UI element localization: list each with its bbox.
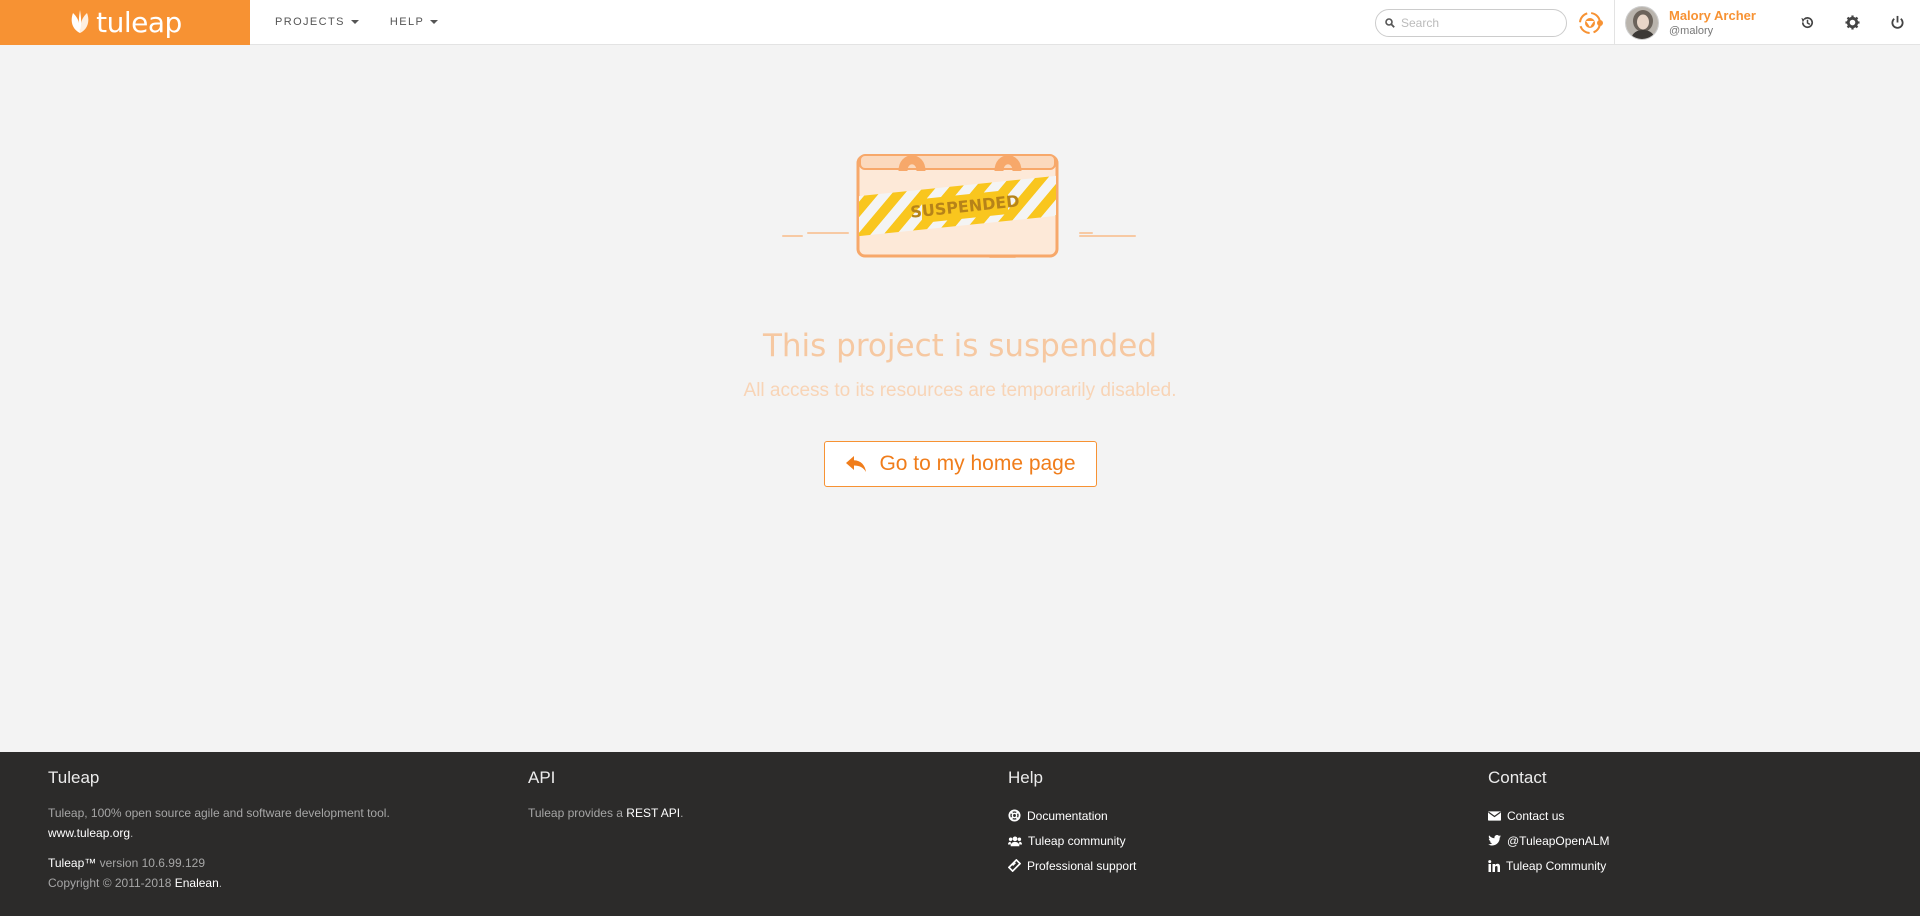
go-home-button[interactable]: Go to my home page bbox=[824, 441, 1097, 487]
gear-icon bbox=[1845, 15, 1860, 30]
footer-api-text: Tuleap provides a bbox=[528, 806, 623, 820]
handshake-icon bbox=[1008, 859, 1021, 872]
history-icon bbox=[1801, 17, 1813, 29]
power-icon bbox=[1891, 15, 1904, 29]
caret-down-icon bbox=[430, 20, 439, 24]
footer-documentation-link[interactable]: Documentation bbox=[1008, 803, 1428, 828]
search-box[interactable] bbox=[1375, 8, 1567, 37]
user-menu[interactable]: Malory Archer @malory bbox=[1625, 5, 1785, 40]
logout-button[interactable] bbox=[1875, 0, 1920, 45]
footer-api-title: API bbox=[528, 768, 556, 787]
footer-company-link[interactable]: Enalean bbox=[175, 876, 219, 890]
reply-icon bbox=[845, 455, 867, 473]
help-menu[interactable]: HELP bbox=[389, 16, 439, 28]
projects-menu-label: PROJECTS bbox=[275, 16, 345, 28]
main-content: SUSPENDED This project is suspended All … bbox=[0, 46, 1920, 752]
navbar-separator bbox=[1614, 0, 1615, 45]
footer-col-api: API Tuleap provides a REST API. bbox=[528, 768, 948, 823]
suspended-box-illustration: SUSPENDED bbox=[780, 141, 1140, 271]
footer-tuleap-title: Tuleap bbox=[48, 768, 100, 787]
platform-banner-icon[interactable] bbox=[1576, 9, 1604, 37]
footer: Tuleap Tuleap, 100% open source agile an… bbox=[0, 752, 1920, 916]
envelope-icon bbox=[1488, 810, 1501, 821]
footer-community-link[interactable]: Tuleap community bbox=[1008, 828, 1428, 853]
footer-version: version 10.6.99.129 bbox=[99, 856, 206, 870]
footer-professional-support-link[interactable]: Professional support bbox=[1008, 853, 1428, 878]
footer-linkedin-link[interactable]: Tuleap Community bbox=[1488, 853, 1908, 878]
search-icon bbox=[1385, 17, 1395, 28]
caret-down-icon bbox=[350, 20, 359, 24]
page-title: This project is suspended bbox=[762, 328, 1158, 364]
preferences-button[interactable] bbox=[1830, 0, 1875, 45]
linkedin-icon bbox=[1488, 859, 1500, 872]
projects-menu[interactable]: PROJECTS bbox=[275, 16, 359, 28]
help-menu-label: HELP bbox=[389, 16, 425, 28]
users-icon bbox=[1008, 835, 1022, 846]
footer-tuleap-description: Tuleap, 100% open source agile and softw… bbox=[48, 806, 390, 820]
top-navbar: tuleap PROJECTS HELP Search Malory Arche… bbox=[0, 0, 1920, 45]
tuleap-logo[interactable]: tuleap bbox=[0, 0, 250, 45]
brand-name: tuleap bbox=[96, 5, 182, 39]
go-home-label: Go to my home page bbox=[879, 452, 1076, 475]
footer-col-tuleap: Tuleap Tuleap, 100% open source agile an… bbox=[48, 768, 468, 893]
main-menu: PROJECTS HELP bbox=[275, 0, 469, 45]
user-login: @malory bbox=[1669, 24, 1714, 37]
search-input[interactable] bbox=[1401, 15, 1551, 30]
page-subtitle: All access to its resources are temporar… bbox=[743, 380, 1177, 401]
user-name: Malory Archer bbox=[1669, 7, 1756, 23]
footer-copyright: Copyright © 2011-2018 bbox=[48, 876, 172, 890]
footer-rest-api-link[interactable]: REST API bbox=[626, 806, 680, 820]
footer-twitter-link[interactable]: @TuleapOpenALM bbox=[1488, 828, 1908, 853]
footer-col-contact: Contact Contact us @TuleapOpenALM Tuleap… bbox=[1488, 768, 1908, 878]
avatar bbox=[1625, 5, 1659, 40]
twitter-icon bbox=[1488, 835, 1501, 846]
leaf-logo-icon bbox=[71, 10, 89, 33]
navbar-right: Malory Archer @malory bbox=[1375, 0, 1920, 45]
footer-contact-us-link[interactable]: Contact us bbox=[1488, 803, 1908, 828]
history-button[interactable] bbox=[1785, 0, 1830, 45]
footer-col-help: Help Documentation Tuleap community Prof… bbox=[1008, 768, 1428, 878]
footer-version-brand: Tuleap™ bbox=[48, 856, 97, 870]
footer-contact-title: Contact bbox=[1488, 768, 1547, 787]
footer-site-link[interactable]: www.tuleap.org bbox=[48, 826, 130, 840]
footer-help-title: Help bbox=[1008, 768, 1043, 787]
life-ring-icon bbox=[1008, 809, 1021, 822]
